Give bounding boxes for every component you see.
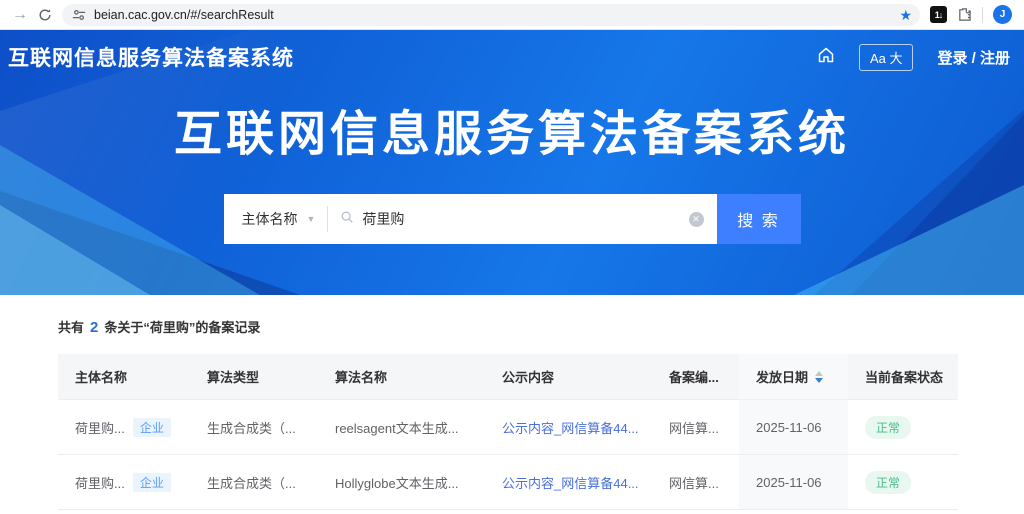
search-input[interactable] bbox=[362, 211, 688, 227]
table-row: 荷里购... 企业 生成合成类（... Hollyglobe文本生成... 公示… bbox=[58, 455, 958, 510]
url-text[interactable]: beian.cac.gov.cn/#/searchResult bbox=[94, 8, 891, 22]
page-title: 互联网信息服务算法备案系统 bbox=[0, 94, 1024, 164]
summary-prefix: 共有 bbox=[58, 320, 84, 335]
col-header-subject: 主体名称 bbox=[58, 354, 190, 399]
col-header-content: 公示内容 bbox=[485, 354, 652, 399]
cell-record: 网信算... bbox=[652, 455, 739, 509]
summary-suffix: 条关于“荷里购”的备案记录 bbox=[104, 320, 260, 335]
cell-type: 生成合成类（... bbox=[190, 400, 318, 454]
search-category-dropdown[interactable]: 主体名称 ▼ bbox=[224, 209, 328, 229]
cell-status: 正常 bbox=[848, 455, 958, 509]
cell-name: Hollyglobe文本生成... bbox=[318, 455, 485, 509]
search-divider bbox=[327, 206, 328, 232]
address-bar[interactable]: beian.cac.gov.cn/#/searchResult ★ bbox=[62, 4, 920, 26]
results-section: 共有 2 条关于“荷里购”的备案记录 主体名称 算法类型 算法名称 公示内容 备案编… bbox=[0, 317, 1024, 510]
col-header-name: 算法名称 bbox=[318, 354, 485, 399]
browser-toolbar: → beian.cac.gov.cn/#/searchResult ★ 1↓ J bbox=[0, 0, 1024, 30]
cell-name: reelsagent文本生成... bbox=[318, 400, 485, 454]
cell-content: 公示内容_网信算备44... bbox=[485, 400, 652, 454]
bookmark-star-icon[interactable]: ★ bbox=[899, 8, 912, 22]
forward-icon[interactable]: → bbox=[12, 7, 28, 23]
extensions-puzzle-icon[interactable] bbox=[957, 7, 972, 22]
col-header-date: 发放日期 bbox=[739, 354, 848, 399]
public-content-link[interactable]: 公示内容_网信算备44... bbox=[502, 418, 639, 437]
col-header-type: 算法类型 bbox=[190, 354, 318, 399]
search-icon bbox=[340, 210, 354, 229]
font-size-toggle[interactable]: Aa 大 bbox=[859, 44, 914, 71]
cell-date: 2025-11-06 bbox=[739, 455, 848, 509]
cell-type: 生成合成类（... bbox=[190, 455, 318, 509]
search-button[interactable]: 搜 索 bbox=[717, 194, 801, 244]
status-badge: 正常 bbox=[865, 471, 911, 494]
profile-avatar[interactable]: J bbox=[993, 5, 1012, 24]
table-header-row: 主体名称 算法类型 算法名称 公示内容 备案编... 发放日期 当前备案状态 bbox=[58, 354, 958, 400]
reload-icon[interactable] bbox=[38, 8, 52, 22]
chevron-down-icon: ▼ bbox=[307, 214, 316, 224]
col-header-status: 当前备案状态 bbox=[848, 354, 958, 399]
toolbar-divider bbox=[982, 7, 983, 23]
subject-text: 荷里购... bbox=[75, 473, 125, 492]
site-title: 互联网信息服务算法备案系统 bbox=[8, 42, 294, 72]
results-table: 主体名称 算法类型 算法名称 公示内容 备案编... 发放日期 当前备案状态 荷… bbox=[58, 354, 958, 510]
site-header: 互联网信息服务算法备案系统 Aa 大 登录 / 注册 bbox=[0, 30, 1024, 84]
subject-text: 荷里购... bbox=[75, 418, 125, 437]
cell-subject: 荷里购... 企业 bbox=[58, 455, 190, 509]
extension-badge-icon[interactable]: 1↓ bbox=[930, 6, 947, 23]
cell-content: 公示内容_网信算备44... bbox=[485, 455, 652, 509]
cell-date: 2025-11-06 bbox=[739, 400, 848, 454]
cell-subject: 荷里购... 企业 bbox=[58, 400, 190, 454]
search-category-label: 主体名称 bbox=[242, 209, 298, 229]
home-icon[interactable] bbox=[817, 46, 835, 69]
entity-tag: 企业 bbox=[133, 418, 171, 437]
search-bar: 主体名称 ▼ ✕ 搜 索 bbox=[224, 194, 801, 244]
hero-banner: 互联网信息服务算法备案系统 Aa 大 登录 / 注册 互联网信息服务算法备案系统… bbox=[0, 30, 1024, 295]
public-content-link[interactable]: 公示内容_网信算备44... bbox=[502, 473, 639, 492]
col-header-date-label: 发放日期 bbox=[756, 367, 808, 386]
site-settings-icon[interactable] bbox=[72, 8, 86, 22]
col-header-record: 备案编... bbox=[652, 354, 739, 399]
entity-tag: 企业 bbox=[133, 473, 171, 492]
clear-icon[interactable]: ✕ bbox=[689, 212, 704, 227]
results-count: 2 bbox=[90, 319, 98, 336]
login-register-link[interactable]: 登录 / 注册 bbox=[937, 47, 1010, 68]
status-badge: 正常 bbox=[865, 416, 911, 439]
cell-status: 正常 bbox=[848, 400, 958, 454]
sort-icon[interactable] bbox=[815, 371, 823, 383]
banner-shape bbox=[794, 185, 1024, 295]
cell-record: 网信算... bbox=[652, 400, 739, 454]
table-row: 荷里购... 企业 生成合成类（... reelsagent文本生成... 公示… bbox=[58, 400, 958, 455]
results-summary: 共有 2 条关于“荷里购”的备案记录 bbox=[58, 317, 1024, 336]
